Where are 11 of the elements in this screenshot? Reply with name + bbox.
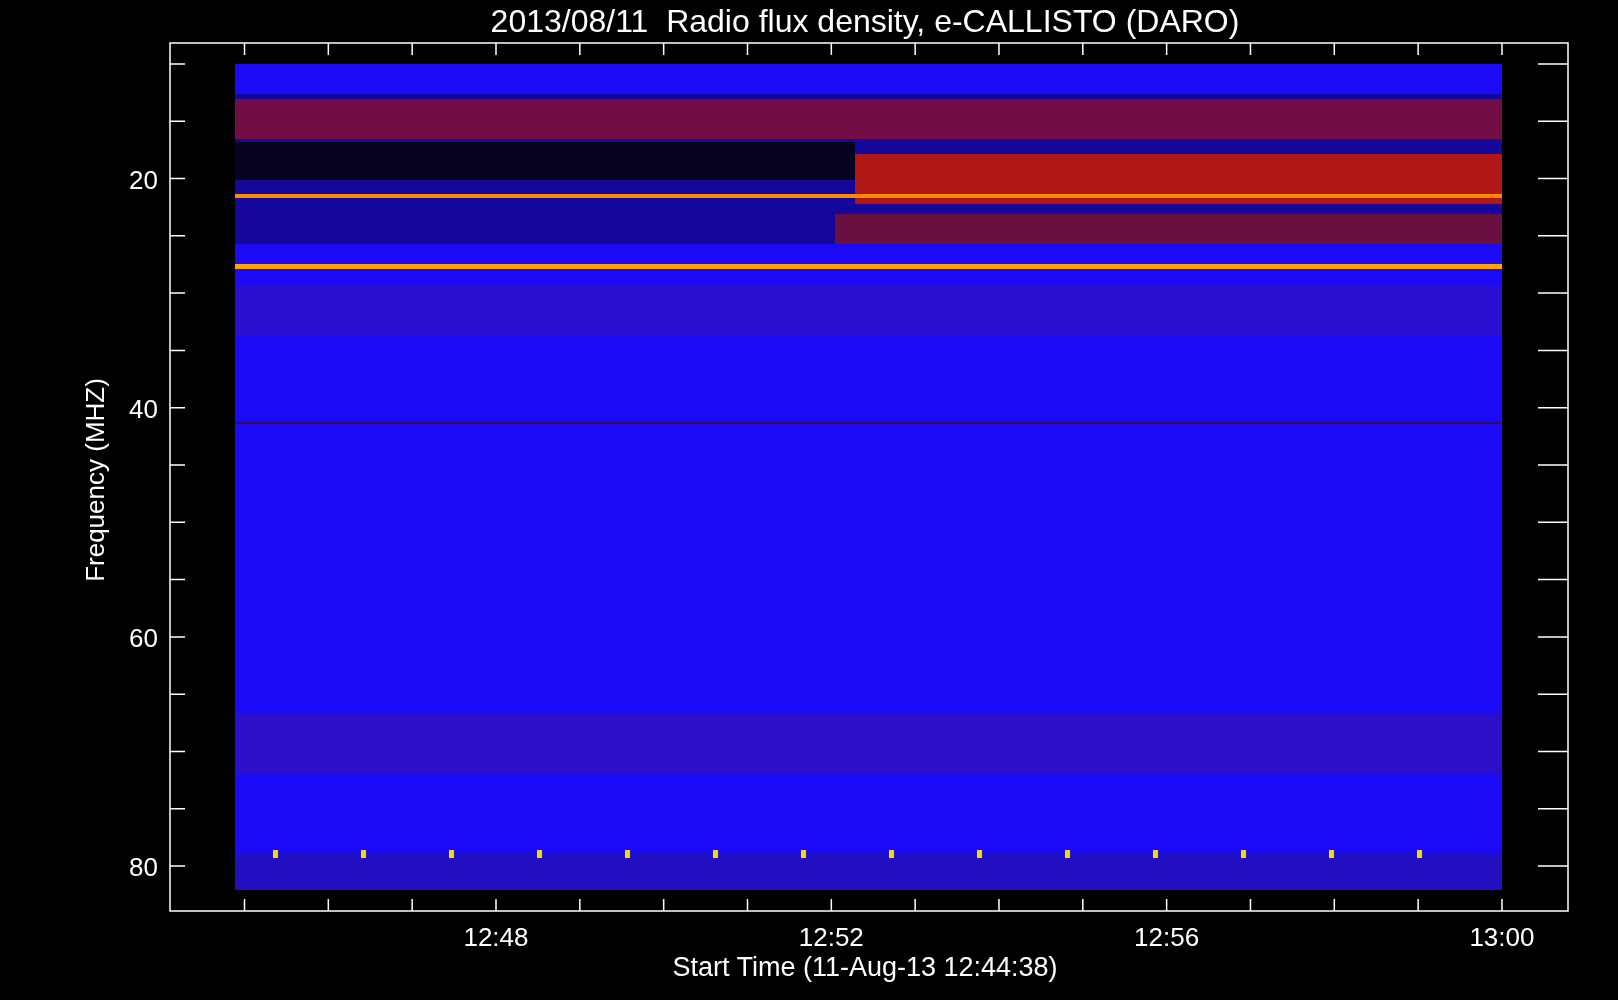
x-tick-label: 12:56 [1134,922,1200,952]
chart-title: 2013/08/11 Radio flux density, e-CALLISTO (DARO) [490,3,1240,39]
y-axis-label: Frequency (MHZ) [80,378,110,582]
x-tick-label: 12:48 [463,922,529,952]
y-tick-label: 20 [129,164,158,195]
y-tick-label: 60 [129,622,158,653]
y-tick-label: 40 [129,393,158,424]
x-tick-label: 13:00 [1469,922,1535,952]
x-tick-label: 12:52 [798,922,864,952]
x-axis-label: Start Time (11-Aug-13 12:44:38) [672,952,1058,982]
y-tick-label: 80 [129,852,158,883]
